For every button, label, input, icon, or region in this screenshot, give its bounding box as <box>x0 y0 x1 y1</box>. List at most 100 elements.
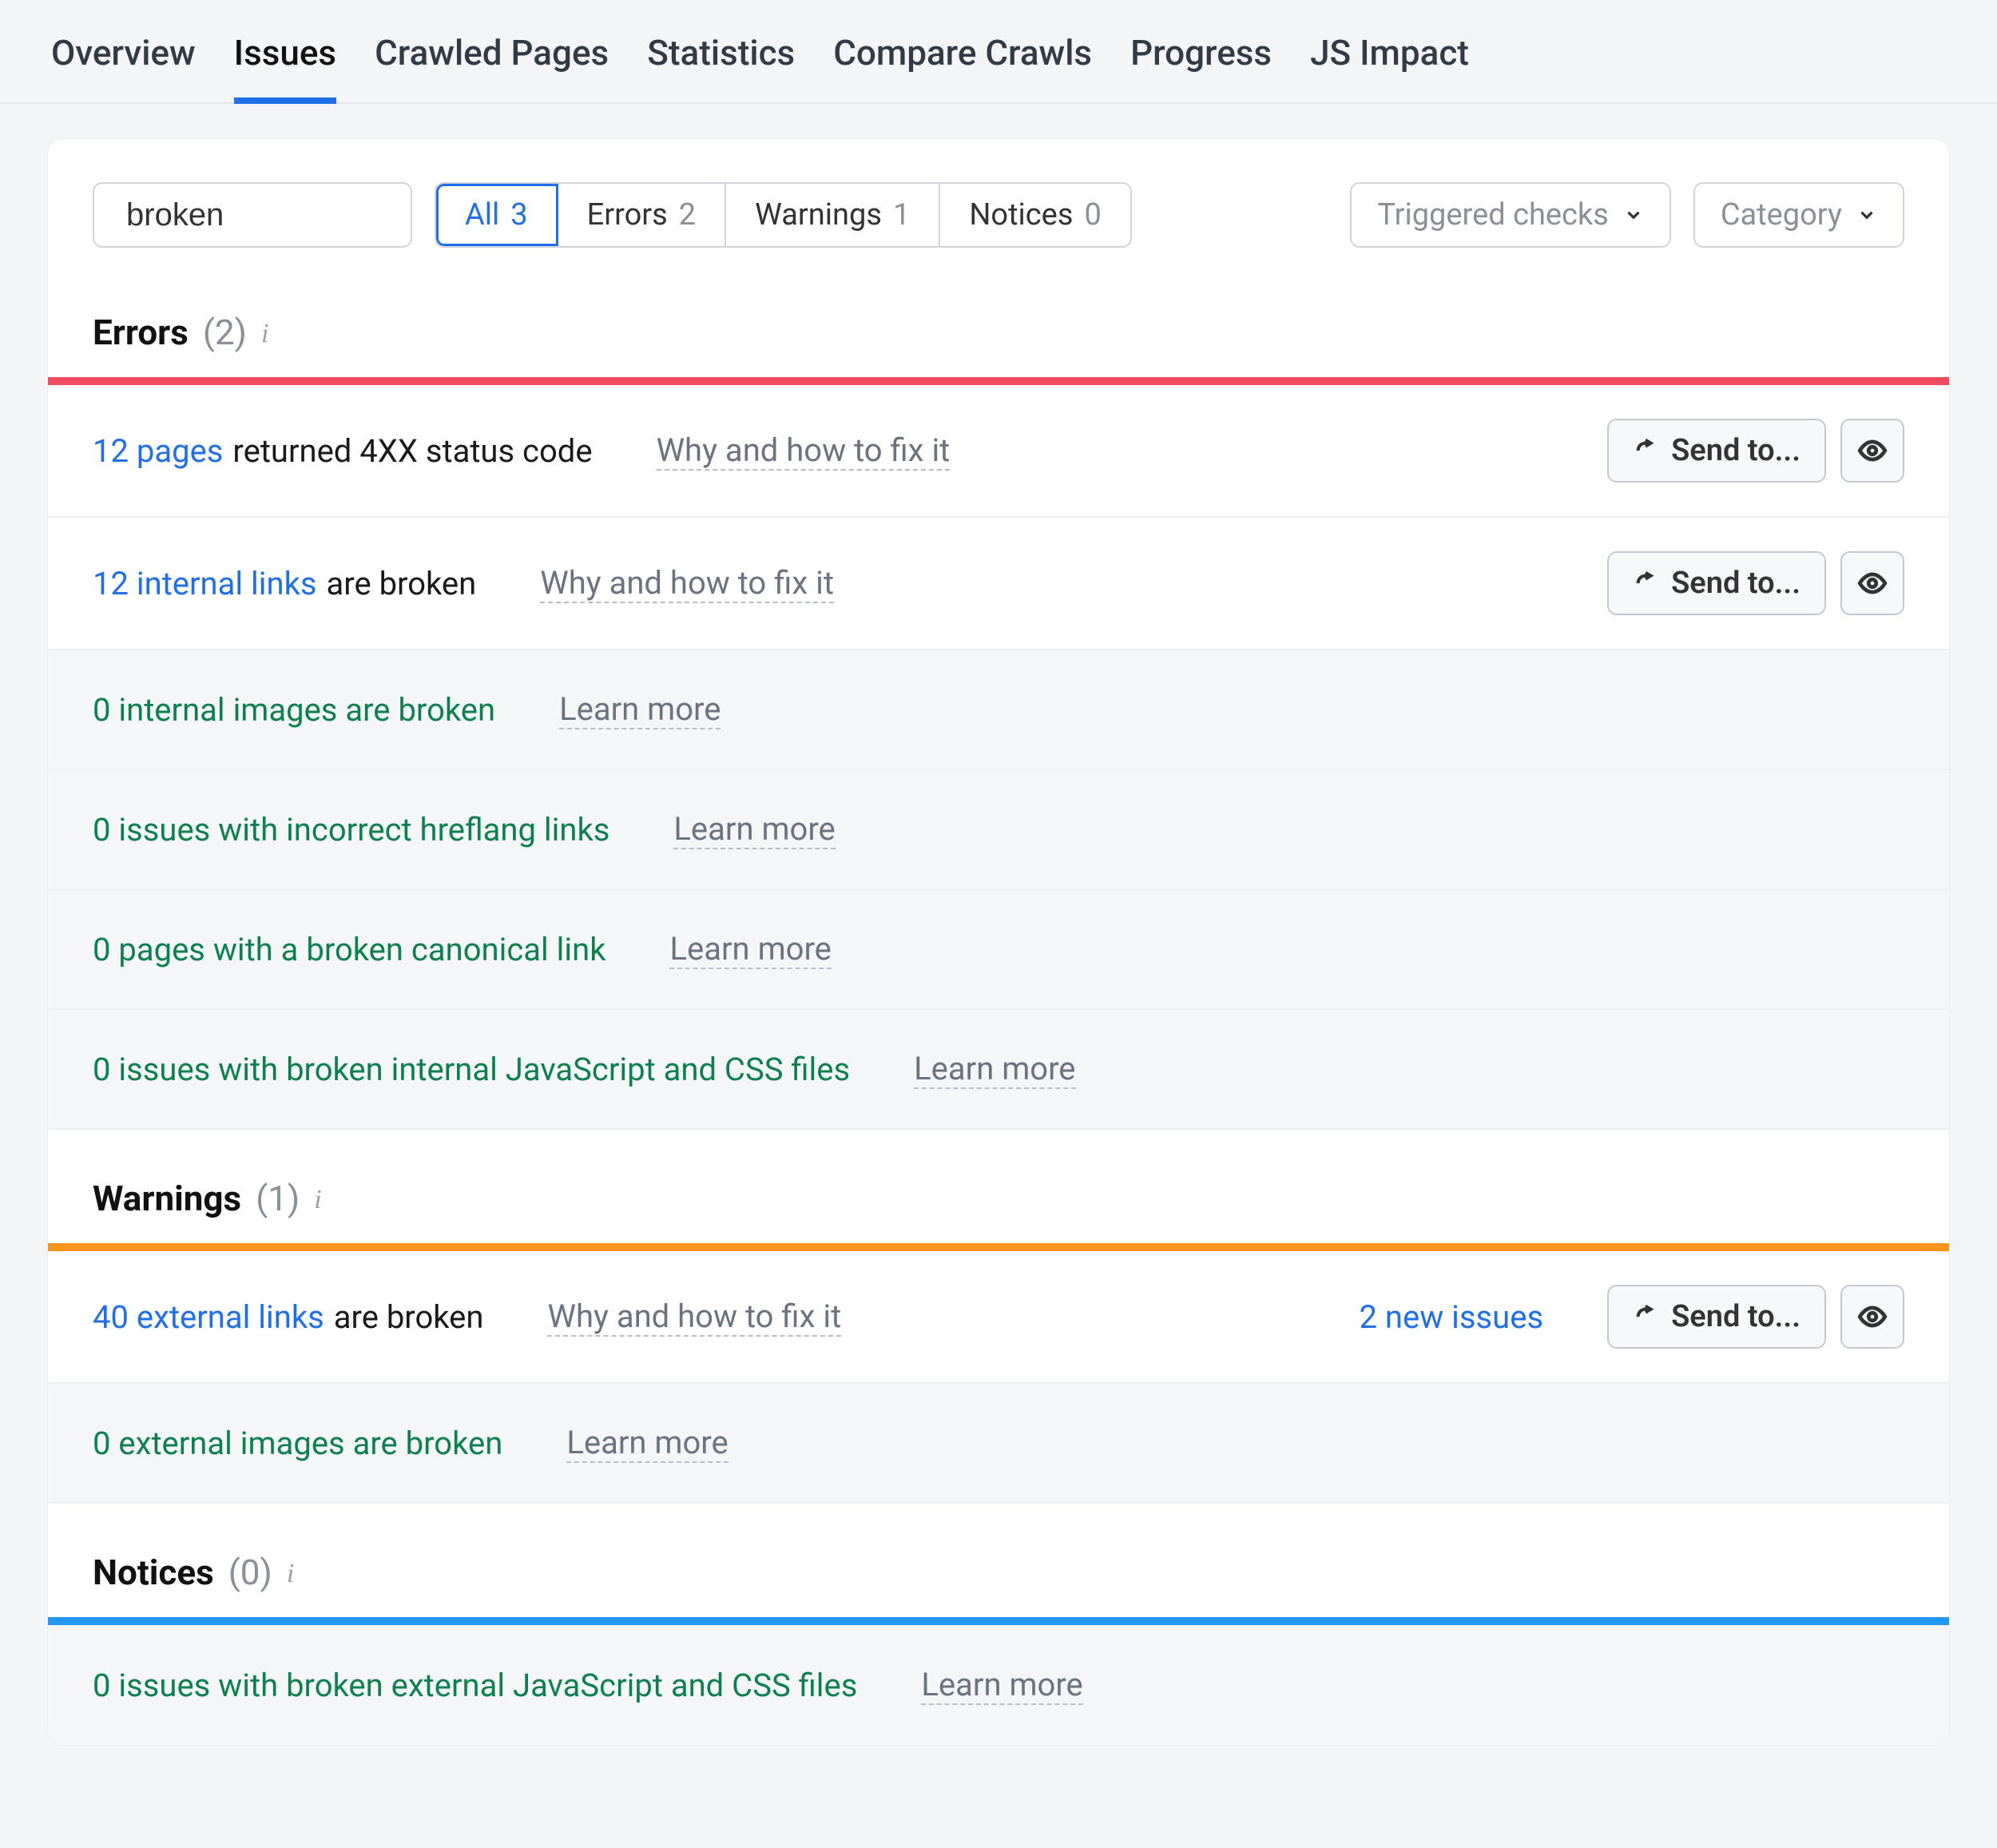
tab-progress[interactable]: Progress <box>1130 32 1272 102</box>
section-title: Warnings <box>93 1178 241 1219</box>
share-arrow-icon <box>1633 438 1658 463</box>
search-field[interactable] <box>93 182 412 248</box>
dropdown-label: Triggered checks <box>1377 197 1609 232</box>
chevron-down-icon <box>1856 205 1877 225</box>
severity-bar-warnings <box>48 1243 1949 1251</box>
help-link[interactable]: Why and how to fix it <box>657 431 951 471</box>
share-arrow-icon <box>1633 570 1658 596</box>
issue-row[interactable]: 12 internal links are broken Why and how… <box>48 518 1949 650</box>
filter-seg-label: Errors <box>587 197 668 232</box>
help-link[interactable]: Learn more <box>566 1424 728 1463</box>
help-link[interactable]: Why and how to fix it <box>540 564 834 603</box>
section-head-errors: Errors (2) i <box>48 264 1949 377</box>
help-link[interactable]: Learn more <box>921 1666 1082 1705</box>
new-issues-link[interactable]: 2 new issues <box>1359 1298 1543 1336</box>
issue-link[interactable]: 12 internal links <box>93 565 317 602</box>
filter-seg-count: 2 <box>679 197 696 232</box>
filter-seg-label: Warnings <box>755 197 882 232</box>
category-dropdown[interactable]: Category <box>1693 182 1904 248</box>
issue-description: 0 pages with a broken canonical link <box>93 931 605 968</box>
issue-text: 0 pages with a broken canonical link <box>93 931 605 968</box>
severity-bar-notices <box>48 1617 1949 1625</box>
issue-row[interactable]: 40 external links are broken Why and how… <box>48 1251 1949 1384</box>
issue-row[interactable]: 0 pages with a broken canonical link Lea… <box>48 890 1949 1010</box>
tab-js-impact[interactable]: JS Impact <box>1310 32 1469 102</box>
section-title: Errors <box>93 312 189 353</box>
search-input[interactable] <box>126 197 538 233</box>
issue-row[interactable]: 0 issues with broken internal JavaScript… <box>48 1010 1949 1130</box>
eye-icon <box>1857 568 1888 598</box>
issue-description: 0 issues with broken external JavaScript… <box>93 1667 857 1704</box>
dropdown-label: Category <box>1721 197 1842 232</box>
tab-statistics[interactable]: Statistics <box>647 32 795 102</box>
issue-link[interactable]: 12 pages <box>93 432 223 470</box>
issue-row[interactable]: 0 issues with incorrect hreflang links L… <box>48 770 1949 890</box>
issue-text: 0 issues with broken external JavaScript… <box>93 1667 857 1704</box>
eye-icon <box>1857 435 1888 466</box>
issues-card: All 3 Errors 2 Warnings 1 Notices 0 Trig… <box>48 139 1949 1745</box>
send-to-button[interactable]: Send to... <box>1607 419 1826 483</box>
issue-text: 0 issues with incorrect hreflang links <box>93 811 609 848</box>
button-label: Send to... <box>1671 1299 1800 1334</box>
info-icon[interactable]: i <box>261 320 285 344</box>
issue-row[interactable]: 0 issues with broken external JavaScript… <box>48 1625 1949 1745</box>
tab-overview[interactable]: Overview <box>51 32 196 102</box>
row-actions: Send to... <box>1607 551 1904 615</box>
issue-row[interactable]: 0 internal images are broken Learn more <box>48 650 1949 770</box>
top-nav: Overview Issues Crawled Pages Statistics… <box>0 0 1997 104</box>
issue-text: are broken <box>334 1298 484 1336</box>
severity-filter: All 3 Errors 2 Warnings 1 Notices 0 <box>435 182 1132 248</box>
issue-description: 0 internal images are broken <box>93 691 495 729</box>
issue-description: 0 external images are broken <box>93 1425 502 1462</box>
issue-text: 0 internal images are broken <box>93 691 495 729</box>
filter-seg-label: Notices <box>969 197 1073 232</box>
help-link[interactable]: Why and how to fix it <box>547 1298 841 1337</box>
issue-row[interactable]: 0 external images are broken Learn more <box>48 1384 1949 1504</box>
issue-text: 0 issues with broken internal JavaScript… <box>93 1051 850 1088</box>
hide-button[interactable] <box>1840 551 1904 615</box>
issue-description: 40 external links are broken <box>93 1298 483 1336</box>
share-arrow-icon <box>1633 1304 1658 1329</box>
button-label: Send to... <box>1671 566 1800 601</box>
section-count: (0) <box>228 1552 272 1593</box>
hide-button[interactable] <box>1840 1285 1904 1349</box>
issue-description: 12 pages returned 4XX status code <box>93 432 593 470</box>
filter-seg-notices[interactable]: Notices 0 <box>940 184 1130 246</box>
issue-link[interactable]: 40 external links <box>93 1298 324 1336</box>
row-actions: Send to... <box>1607 1285 1904 1349</box>
eye-icon <box>1857 1302 1888 1332</box>
issue-description: 0 issues with broken internal JavaScript… <box>93 1051 850 1088</box>
help-link[interactable]: Learn more <box>669 930 831 969</box>
filter-bar: All 3 Errors 2 Warnings 1 Notices 0 Trig… <box>48 139 1949 264</box>
issue-description: 0 issues with incorrect hreflang links <box>93 811 609 848</box>
help-link[interactable]: Learn more <box>673 810 835 849</box>
severity-bar-errors <box>48 377 1949 385</box>
issue-text: 0 external images are broken <box>93 1425 502 1462</box>
tab-crawled-pages[interactable]: Crawled Pages <box>375 32 609 102</box>
section-head-notices: Notices (0) i <box>48 1504 1949 1617</box>
row-actions: Send to... <box>1607 419 1904 483</box>
tab-compare-crawls[interactable]: Compare Crawls <box>833 32 1092 102</box>
help-link[interactable]: Learn more <box>914 1050 1075 1089</box>
button-label: Send to... <box>1671 433 1800 468</box>
help-link[interactable]: Learn more <box>559 690 721 729</box>
section-count: (1) <box>256 1178 300 1219</box>
send-to-button[interactable]: Send to... <box>1607 551 1826 615</box>
issue-text: are broken <box>327 565 477 602</box>
info-icon[interactable]: i <box>314 1186 338 1210</box>
filter-seg-count: 0 <box>1084 197 1101 232</box>
chevron-down-icon <box>1623 205 1644 225</box>
triggered-checks-dropdown[interactable]: Triggered checks <box>1350 182 1671 248</box>
section-head-warnings: Warnings (1) i <box>48 1130 1949 1243</box>
hide-button[interactable] <box>1840 419 1904 483</box>
issue-row[interactable]: 12 pages returned 4XX status code Why an… <box>48 385 1949 518</box>
filter-seg-errors[interactable]: Errors 2 <box>558 184 727 246</box>
send-to-button[interactable]: Send to... <box>1607 1285 1826 1349</box>
issue-text: returned 4XX status code <box>232 432 592 470</box>
issue-description: 12 internal links are broken <box>93 565 476 602</box>
section-count: (2) <box>203 312 247 353</box>
info-icon[interactable]: i <box>287 1560 311 1584</box>
tab-issues[interactable]: Issues <box>234 32 336 102</box>
section-title: Notices <box>93 1552 214 1593</box>
filter-seg-warnings[interactable]: Warnings 1 <box>726 184 940 246</box>
